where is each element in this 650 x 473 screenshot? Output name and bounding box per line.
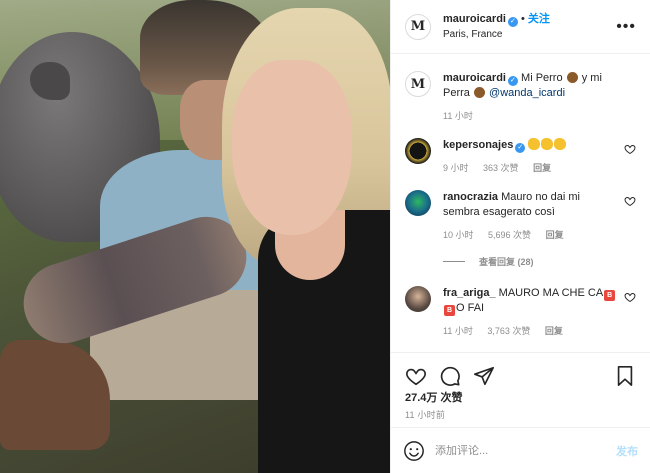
reply-button[interactable]: 回复 bbox=[545, 326, 563, 336]
comment: fra_ariga_ MAURO MA CHE CA BB O FAI 11 小时 … bbox=[405, 286, 636, 337]
author-line: mauroicardi ✓ • 关注 bbox=[443, 12, 616, 27]
action-icons bbox=[391, 353, 650, 391]
author-username[interactable]: mauroicardi bbox=[443, 13, 506, 25]
caption-text-part1: Mi Perro bbox=[521, 72, 563, 84]
posted-time[interactable]: 11 小时前 bbox=[391, 408, 650, 421]
commenter-username[interactable]: kepersonajes bbox=[443, 139, 513, 151]
add-comment-bar: 发布 bbox=[391, 427, 650, 473]
woman-emoji-icon bbox=[566, 72, 578, 83]
comments-list: M mauroicardi ✓ Mi Perro y mi Perra @wand… bbox=[391, 55, 650, 351]
post-location[interactable]: Paris, France bbox=[443, 27, 616, 42]
comment-likes[interactable]: 363 次赞 bbox=[483, 163, 519, 173]
view-replies-label: 查看回复 (28) bbox=[479, 257, 534, 267]
verified-badge-icon: ✓ bbox=[507, 76, 518, 86]
comment-time: 10 小时 bbox=[443, 230, 474, 240]
commenter-avatar[interactable] bbox=[405, 190, 431, 216]
clap-emoji-icon bbox=[541, 138, 554, 150]
post-header: M mauroicardi ✓ • 关注 Paris, France ••• bbox=[391, 0, 650, 54]
bookmark-icon[interactable] bbox=[614, 365, 636, 387]
comment-input[interactable] bbox=[435, 444, 616, 457]
comment: ranocrazia Mauro no dai mi sembra esager… bbox=[405, 190, 636, 241]
smile-icon[interactable] bbox=[403, 440, 425, 462]
author-info: mauroicardi ✓ • 关注 Paris, France bbox=[443, 12, 616, 42]
heart-icon[interactable] bbox=[624, 195, 636, 207]
comment-text: fra_ariga_ MAURO MA CHE CA BB O FAI 11 小时 … bbox=[443, 286, 636, 337]
instagram-post: M mauroicardi ✓ • 关注 Paris, France ••• M ma… bbox=[0, 0, 650, 473]
photo-dog-ear bbox=[30, 62, 70, 100]
comment-body-start: MAURO MA CHE CA bbox=[498, 287, 604, 299]
caption-time: 11 小时 bbox=[443, 111, 473, 121]
commenter-avatar[interactable] bbox=[405, 286, 431, 312]
heart-icon[interactable] bbox=[624, 291, 636, 303]
b-button-emoji-icon: B bbox=[444, 305, 455, 316]
comment: kepersonajes ✓ 9 小时 363 次赞 回复 bbox=[405, 138, 636, 174]
post-comment-button[interactable]: 发布 bbox=[616, 443, 638, 459]
clap-emoji-icon bbox=[528, 138, 541, 150]
separator-dot: • bbox=[520, 12, 525, 25]
comment-likes[interactable]: 3,763 次赞 bbox=[487, 326, 530, 336]
caption-username[interactable]: mauroicardi bbox=[443, 72, 506, 84]
comment-meta: 9 小时 363 次赞 回复 bbox=[443, 163, 618, 174]
comment-likes[interactable]: 5,696 次赞 bbox=[488, 230, 531, 240]
comment-time: 11 小时 bbox=[443, 326, 473, 336]
likes-count[interactable]: 27.4万 次赞 bbox=[391, 391, 650, 405]
comment-text: ranocrazia Mauro no dai mi sembra esager… bbox=[443, 190, 636, 241]
caption-text: mauroicardi ✓ Mi Perro y mi Perra @wanda_… bbox=[443, 71, 636, 122]
commenter-avatar[interactable] bbox=[405, 138, 431, 164]
post-side-panel: M mauroicardi ✓ • 关注 Paris, France ••• M ma… bbox=[390, 0, 650, 473]
comment-meta: 10 小时 5,696 次赞 回复 bbox=[443, 230, 618, 241]
woman-emoji-icon bbox=[473, 87, 485, 98]
verified-badge-icon: ✓ bbox=[515, 143, 526, 153]
clap-emoji-icon bbox=[554, 138, 567, 150]
reply-button[interactable]: 回复 bbox=[533, 163, 551, 173]
follow-button[interactable]: 关注 bbox=[528, 13, 550, 25]
comment-body-end: O FAI bbox=[456, 302, 485, 314]
verified-badge-icon: ✓ bbox=[507, 16, 518, 27]
more-horizontal-icon[interactable]: ••• bbox=[616, 18, 636, 34]
commenter-username[interactable]: fra_ariga_ bbox=[443, 287, 496, 299]
caption-meta: 11 小时 bbox=[443, 111, 618, 122]
b-button-emoji-icon: B bbox=[604, 290, 616, 301]
author-avatar[interactable]: M bbox=[405, 13, 431, 40]
view-replies-line bbox=[443, 261, 465, 262]
caption-author-avatar[interactable]: M bbox=[405, 71, 431, 97]
send-icon[interactable] bbox=[473, 365, 495, 387]
comment-meta: 11 小时 3,763 次赞 回复 bbox=[443, 326, 618, 337]
comment-text: kepersonajes ✓ 9 小时 363 次赞 回复 bbox=[443, 138, 636, 174]
reply-button[interactable]: 回复 bbox=[546, 230, 564, 240]
caption-mention-link[interactable]: @wanda_icardi bbox=[489, 87, 565, 99]
view-replies-button[interactable]: 查看回复 (28) bbox=[443, 255, 636, 268]
caption: M mauroicardi ✓ Mi Perro y mi Perra @wand… bbox=[405, 71, 636, 122]
comment-time: 9 小时 bbox=[443, 163, 469, 173]
heart-icon[interactable] bbox=[405, 365, 427, 387]
comment-icon[interactable] bbox=[439, 365, 461, 387]
commenter-username[interactable]: ranocrazia bbox=[443, 191, 498, 203]
photo-woman-face bbox=[232, 60, 352, 235]
heart-icon[interactable] bbox=[624, 143, 636, 155]
post-photo[interactable] bbox=[0, 0, 390, 473]
